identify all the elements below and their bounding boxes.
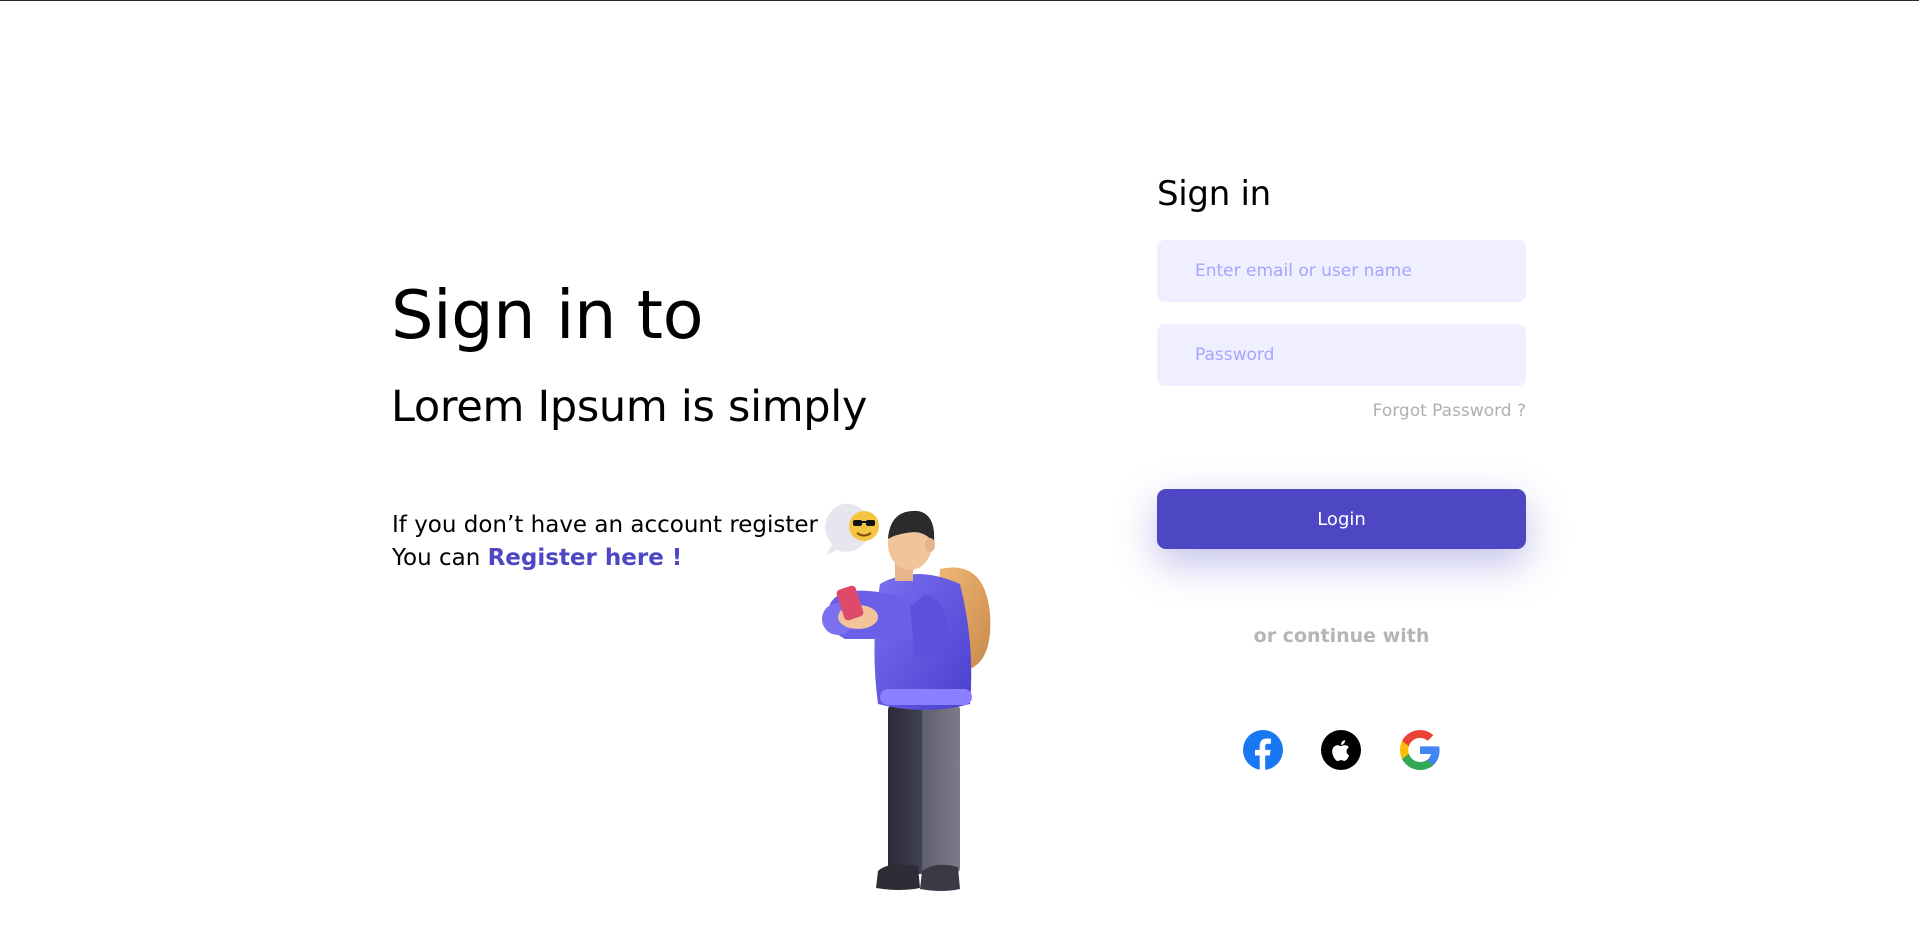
google-icon: [1400, 730, 1440, 770]
sign-in-page: Sign in to Lorem Ipsum is simply If you …: [0, 0, 1919, 939]
forgot-password-link[interactable]: Forgot Password ?: [1373, 401, 1526, 421]
email-input[interactable]: [1157, 240, 1526, 302]
hero-title: Sign in to: [391, 276, 704, 354]
login-button[interactable]: Login: [1157, 489, 1526, 549]
person-illustration-svg: [822, 503, 991, 891]
register-line-1: If you don’t have an account register: [392, 512, 819, 538]
apple-login-button[interactable]: [1320, 729, 1362, 771]
hero-subtitle: Lorem Ipsum is simply: [391, 382, 868, 432]
register-prompt: If you don’t have an account register Yo…: [392, 509, 818, 575]
register-link[interactable]: Register here !: [488, 545, 683, 571]
form-title: Sign in: [1157, 174, 1271, 214]
facebook-icon: [1243, 730, 1283, 770]
register-line-2: You can Register here !: [392, 542, 818, 575]
person-with-phone-illustration: [810, 499, 1020, 914]
password-input[interactable]: [1157, 324, 1526, 386]
google-login-button[interactable]: [1399, 729, 1441, 771]
register-prefix: You can: [392, 545, 488, 571]
apple-icon: [1321, 730, 1361, 770]
facebook-login-button[interactable]: [1242, 729, 1284, 771]
or-continue-label: or continue with: [1253, 625, 1430, 647]
